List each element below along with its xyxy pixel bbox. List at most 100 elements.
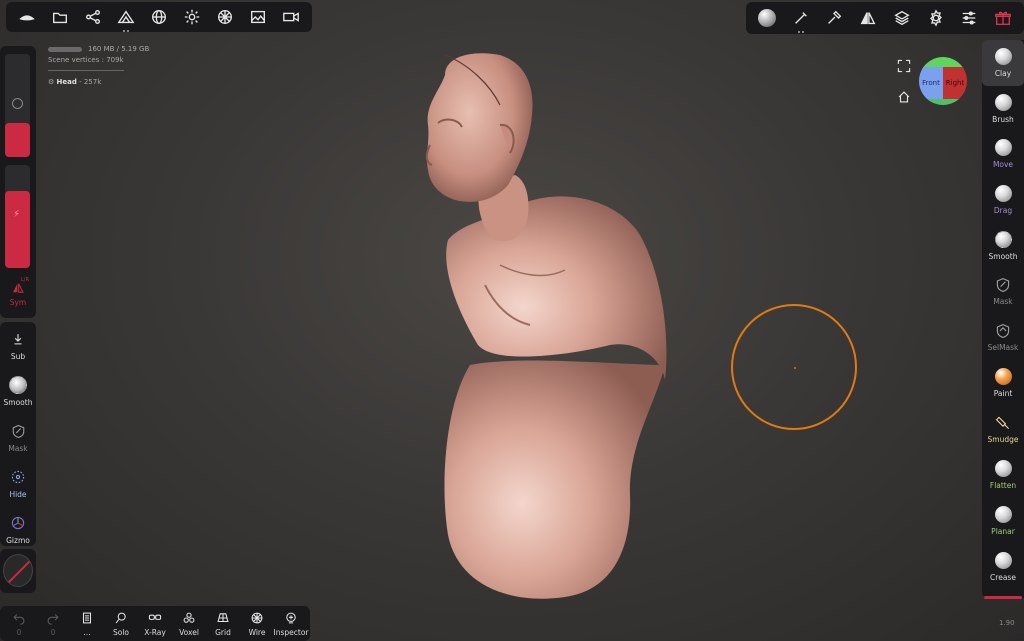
redo-icon xyxy=(47,613,59,625)
inspector-label: Inspector xyxy=(273,627,309,637)
grid-button[interactable]: Grid xyxy=(206,606,240,641)
sub-label: Sub xyxy=(10,352,26,361)
folder-icon[interactable] xyxy=(43,0,76,34)
selmask-label: SelMask xyxy=(987,343,1019,353)
brush-radius-slider[interactable] xyxy=(5,54,30,157)
image-icon[interactable] xyxy=(242,0,275,34)
object-vertices: - 257k xyxy=(79,78,102,86)
intensity-fill xyxy=(5,191,30,268)
smudge-icon xyxy=(995,416,1009,429)
brush-icon xyxy=(994,93,1012,111)
home-icon[interactable] xyxy=(897,89,911,103)
clay-label: Clay xyxy=(994,68,1012,78)
object-name: Head xyxy=(56,78,77,86)
hide-icon xyxy=(8,467,28,487)
mask-brush-icon xyxy=(996,278,1010,293)
smooth-label: Smooth xyxy=(3,398,33,407)
top-right-toolbar xyxy=(746,2,1024,34)
light-icon[interactable] xyxy=(176,0,209,34)
fullscreen-icon[interactable] xyxy=(897,58,911,73)
settings-icon[interactable] xyxy=(919,1,953,35)
bottom-toolbar: 0 0 ... Solo X-Ray Voxel Grid Wire Inspe… xyxy=(0,606,310,641)
scene-graph-icon[interactable] xyxy=(76,0,109,34)
document-icon xyxy=(82,612,92,623)
picker-icon[interactable] xyxy=(818,1,852,35)
more-button[interactable]: ... xyxy=(70,606,104,641)
symmetry-icon xyxy=(13,283,24,293)
symmetry-toggle[interactable]: L/R Sym xyxy=(0,274,36,314)
inspector-button[interactable]: Inspector xyxy=(273,606,309,641)
brush-intensity-slider[interactable]: ⚡ xyxy=(5,165,30,268)
voxel-label: Voxel xyxy=(179,627,199,637)
sculpt-model[interactable] xyxy=(400,45,690,605)
smooth-brush-tool[interactable]: Smooth xyxy=(982,223,1024,269)
color-swatch[interactable] xyxy=(3,554,33,587)
matcap-icon[interactable] xyxy=(750,1,784,35)
xray-button[interactable]: X-Ray xyxy=(138,606,172,641)
brush-scroll-indicator[interactable] xyxy=(984,596,1022,599)
move-tool[interactable]: Move xyxy=(982,132,1024,178)
brush-tool[interactable]: Brush xyxy=(982,86,1024,132)
smooth-tool[interactable]: Smooth xyxy=(0,368,36,414)
clay-tool[interactable]: Clay xyxy=(982,40,1024,86)
view-cube-bottom xyxy=(919,99,967,105)
sliders-icon[interactable] xyxy=(953,1,987,35)
flatten-tool[interactable]: Flatten xyxy=(982,452,1024,498)
left-tool-panel: Sub Smooth Mask Hide Gizmo xyxy=(0,322,36,546)
clay-icon xyxy=(994,47,1012,65)
symmetry-label: Sym xyxy=(9,298,27,307)
xray-icon xyxy=(148,614,162,620)
undo-button[interactable]: 0 xyxy=(2,606,36,641)
mask-brush-label: Mask xyxy=(993,297,1013,307)
search-icon xyxy=(115,612,126,623)
active-object[interactable]: ⚙ Head - 257k xyxy=(48,77,149,88)
wire-button[interactable]: Wire xyxy=(240,606,274,641)
scene-info: 160 MB / 5.19 GB Scene vertices : 709k ⚙… xyxy=(48,44,149,88)
info-divider xyxy=(48,70,124,71)
mask-brush-tool[interactable]: Mask xyxy=(982,269,1024,315)
sphere-icon[interactable] xyxy=(142,0,175,34)
left-slider-panel: ⚡ L/R Sym xyxy=(0,46,36,318)
inspector-icon xyxy=(286,612,296,623)
mask-tool[interactable]: Mask xyxy=(0,414,36,460)
view-cube-right[interactable]: Right xyxy=(943,67,967,99)
video-icon[interactable] xyxy=(275,0,308,34)
smooth-icon xyxy=(8,375,28,395)
lightning-icon: ⚡ xyxy=(13,209,21,220)
paint-tool[interactable]: Paint xyxy=(982,361,1024,407)
logo-icon[interactable] xyxy=(10,0,43,34)
sub-icon xyxy=(8,329,28,349)
smudge-label: Smudge xyxy=(987,434,1019,444)
crease-tool[interactable]: Crease xyxy=(982,544,1024,590)
solo-button[interactable]: Solo xyxy=(104,606,138,641)
selmask-tool[interactable]: SelMask xyxy=(982,315,1024,361)
planar-tool[interactable]: Planar xyxy=(982,498,1024,544)
smudge-tool[interactable]: Smudge xyxy=(982,406,1024,452)
stroke-icon[interactable] xyxy=(784,1,818,35)
planar-icon xyxy=(994,505,1012,523)
memory-usage: 160 MB / 5.19 GB xyxy=(88,45,150,53)
topology-icon[interactable] xyxy=(109,0,142,34)
brush-label: Brush xyxy=(992,114,1014,124)
gift-icon[interactable] xyxy=(986,1,1020,35)
view-cube-front[interactable]: Front xyxy=(919,67,943,99)
symmetry-icon[interactable] xyxy=(851,1,885,35)
mask-icon xyxy=(8,421,28,441)
right-brush-panel: Clay Brush Move Drag Smooth Mask SelMask… xyxy=(982,40,1024,598)
radius-icon xyxy=(12,98,23,109)
more-label: ... xyxy=(83,627,91,637)
redo-count: 0 xyxy=(50,627,56,637)
drag-tool[interactable]: Drag xyxy=(982,177,1024,223)
sub-tool[interactable]: Sub xyxy=(0,322,36,368)
version-label: 1.90 xyxy=(999,619,1015,627)
drag-label: Drag xyxy=(993,206,1013,216)
redo-button[interactable]: 0 xyxy=(36,606,70,641)
layers-icon[interactable] xyxy=(885,1,919,35)
flatten-label: Flatten xyxy=(989,481,1017,491)
voxel-button[interactable]: Voxel xyxy=(172,606,206,641)
material-icon[interactable] xyxy=(209,0,242,34)
view-cube[interactable]: Front Right xyxy=(919,57,967,105)
paint-icon xyxy=(994,368,1012,386)
gizmo-tool[interactable]: Gizmo xyxy=(0,506,36,552)
hide-tool[interactable]: Hide xyxy=(0,460,36,506)
